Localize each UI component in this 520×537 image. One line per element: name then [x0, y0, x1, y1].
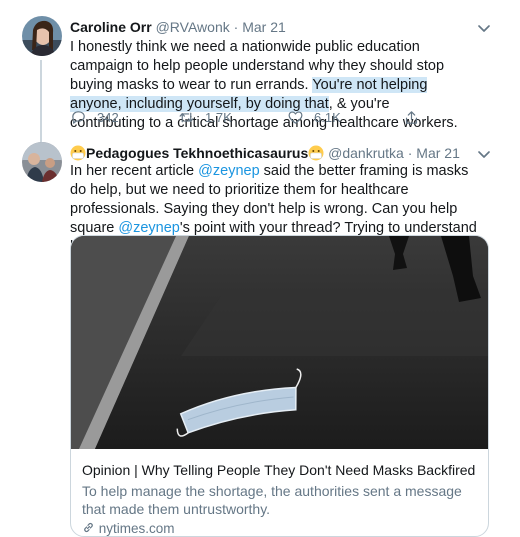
tweet-text-part: In her recent article: [70, 163, 199, 179]
link-icon: [82, 521, 95, 534]
retweet-count: 1.7K: [205, 109, 232, 125]
face-with-mask-emoji: [70, 145, 86, 161]
tweet-caroline-orr[interactable]: Caroline Orr @RVAwonk · Mar 21 I honestl…: [0, 0, 520, 150]
chevron-down-icon[interactable]: [476, 146, 492, 162]
reply-button[interactable]: 342: [70, 107, 119, 127]
timestamp[interactable]: Mar 21: [416, 145, 460, 161]
reply-icon: [72, 110, 85, 124]
retweet-button[interactable]: 1.7K: [178, 107, 232, 127]
share-icon: [405, 110, 418, 124]
card-description: To help manage the shortage, the authori…: [82, 483, 462, 517]
thread-line: [40, 60, 42, 150]
timestamp[interactable]: Mar 21: [242, 19, 286, 35]
like-count: 6.1K: [314, 109, 341, 125]
tweet-header: Caroline Orr @RVAwonk · Mar 21: [70, 18, 286, 36]
reply-count: 342: [97, 109, 119, 125]
face-with-mask-emoji: [308, 145, 324, 161]
display-name[interactable]: Pedagogues Tekhnoethicasaurus: [86, 145, 308, 161]
chevron-down-icon[interactable]: [476, 20, 492, 36]
avatar[interactable]: [22, 142, 62, 182]
mention-link[interactable]: @zeynep: [198, 163, 259, 179]
share-button[interactable]: [403, 107, 430, 127]
handle[interactable]: @dankrutka: [328, 145, 404, 161]
like-button[interactable]: 6.1K: [287, 107, 341, 127]
like-icon: [288, 110, 303, 124]
card-domain: nytimes.com: [82, 521, 175, 536]
mention-link[interactable]: @zeynep: [118, 220, 179, 236]
retweet-icon: [179, 112, 194, 122]
handle[interactable]: @RVAwonk: [156, 19, 230, 35]
display-name[interactable]: Caroline Orr: [70, 19, 152, 35]
separator: ·: [407, 145, 413, 161]
tweet-actions: 342 1.7K 6.1K: [70, 107, 490, 127]
article-image: [71, 236, 488, 449]
card-domain-text: nytimes.com: [98, 521, 175, 536]
separator: ·: [233, 19, 239, 35]
link-card[interactable]: Opinion | Why Telling People They Don't …: [70, 235, 489, 537]
avatar[interactable]: [22, 16, 62, 56]
tweet-header: Pedagogues Tekhnoethicasaurus @dankrutka…: [70, 144, 460, 162]
card-title[interactable]: Opinion | Why Telling People They Don't …: [82, 462, 475, 478]
